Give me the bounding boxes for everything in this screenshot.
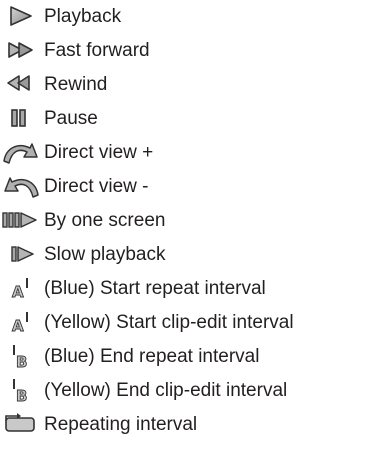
start-interval-icon: A [0, 306, 46, 340]
legend-item-label: Direct view + [44, 142, 154, 163]
legend-item-slow-playback: Slow playback [0, 238, 375, 272]
legend-item-label: (Blue) Start repeat interval [44, 278, 266, 299]
legend-item-label: Slow playback [44, 244, 166, 265]
svg-text:A: A [12, 283, 24, 301]
legend-item-rewind: Rewind [0, 68, 375, 102]
rewind-icon [0, 68, 46, 102]
legend-item-label: Rewind [44, 74, 108, 95]
end-interval-icon: B [0, 340, 46, 374]
legend-item-label: Pause [44, 108, 98, 129]
legend-item-direct-view-minus: Direct view - [0, 170, 375, 204]
repeating-interval-icon [0, 408, 46, 442]
legend-item-playback: Playback [0, 0, 375, 34]
legend-item-direct-view-plus: Direct view + [0, 136, 375, 170]
start-interval-icon: A [0, 272, 46, 306]
slow-playback-icon [0, 238, 46, 272]
legend-item-label: Direct view - [44, 176, 149, 197]
pause-icon [0, 102, 46, 136]
legend-item-fast-forward: Fast forward [0, 34, 375, 68]
playback-icon [0, 0, 46, 34]
legend-item-yellow-start-clip-edit: A (Yellow) Start clip-edit interval [0, 306, 375, 340]
legend-item-label: Fast forward [44, 40, 150, 61]
legend-item-yellow-end-clip-edit: B (Yellow) End clip-edit interval [0, 374, 375, 408]
legend-item-label: Playback [44, 6, 122, 27]
svg-text:B: B [16, 387, 27, 405]
legend-item-label: (Yellow) Start clip-edit interval [44, 312, 294, 333]
legend-item-blue-start-repeat: A (Blue) Start repeat interval [0, 272, 375, 306]
direct-view-plus-icon [0, 136, 46, 170]
legend-item-pause: Pause [0, 102, 375, 136]
direct-view-minus-icon [0, 170, 46, 204]
legend-item-repeating-interval: Repeating interval [0, 408, 375, 442]
legend-item-blue-end-repeat: B (Blue) End repeat interval [0, 340, 375, 374]
svg-text:B: B [16, 353, 27, 371]
legend-item-label: (Blue) End repeat interval [44, 346, 260, 367]
fast-forward-icon [0, 34, 46, 68]
by-one-screen-icon [0, 204, 46, 238]
legend-item-label: Repeating interval [44, 414, 198, 435]
end-interval-icon: B [0, 374, 46, 408]
svg-text:A: A [12, 317, 24, 335]
legend-item-label: By one screen [44, 210, 166, 231]
legend-item-by-one-screen: By one screen [0, 204, 375, 238]
legend-item-label: (Yellow) End clip-edit interval [44, 380, 288, 401]
